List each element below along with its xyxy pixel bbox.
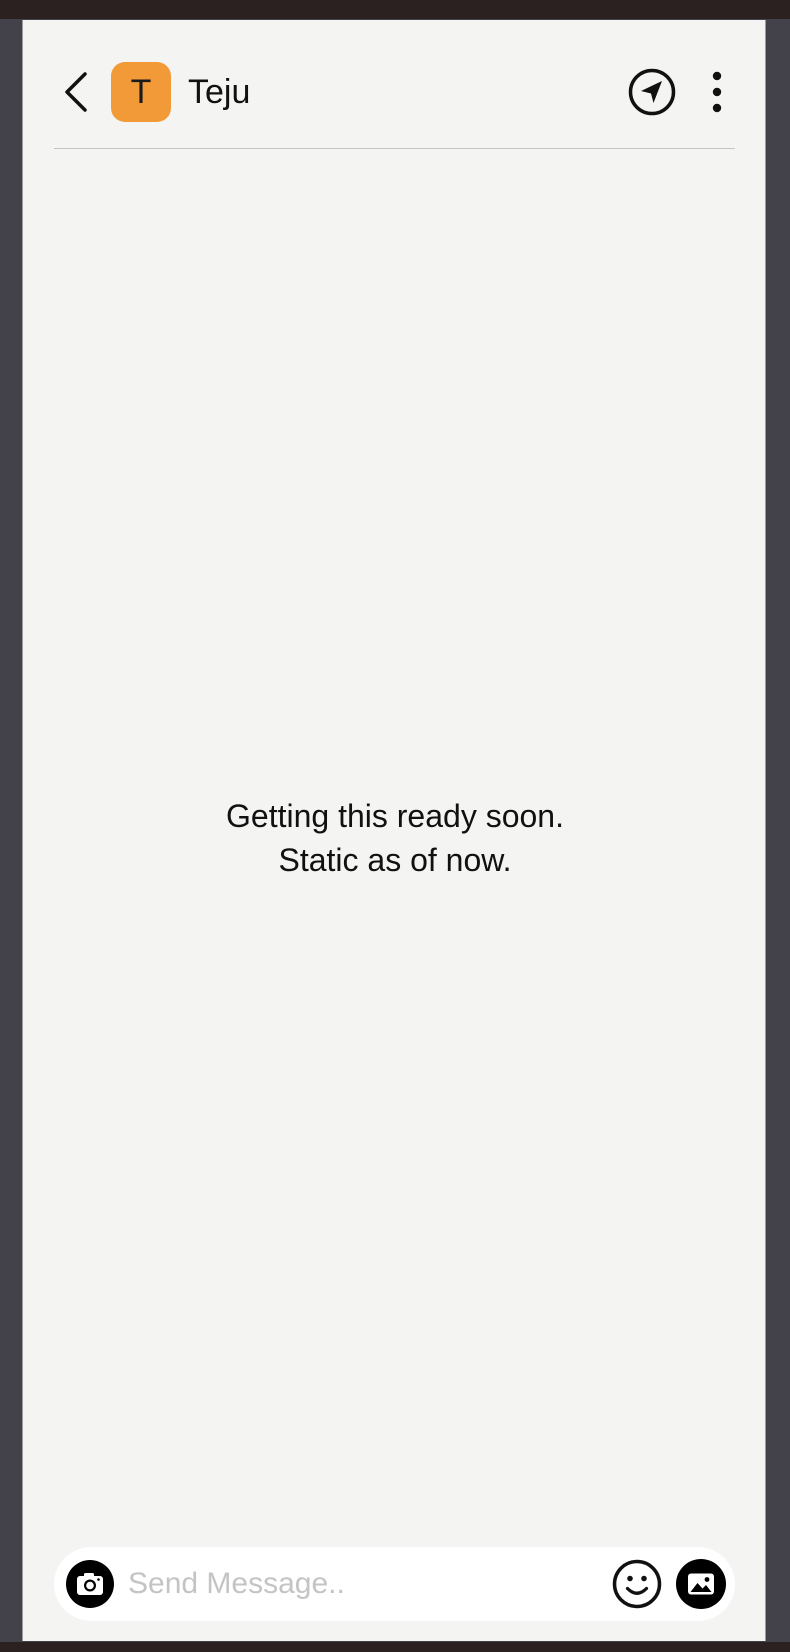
contact-name[interactable]: Teju xyxy=(188,72,250,112)
navigation-arrow-icon xyxy=(628,68,676,116)
camera-icon xyxy=(66,1560,114,1608)
chevron-left-icon xyxy=(65,72,87,112)
more-vertical-icon xyxy=(712,71,722,113)
gallery-button[interactable] xyxy=(676,1559,726,1609)
message-input[interactable] xyxy=(128,1561,568,1607)
location-button[interactable] xyxy=(628,68,676,116)
smiley-icon xyxy=(612,1559,662,1609)
header-divider xyxy=(54,148,735,149)
camera-button[interactable] xyxy=(66,1560,114,1608)
chat-header: T Teju xyxy=(23,20,767,150)
device-bottom-bar xyxy=(0,1642,790,1652)
empty-state-line-2: Static as of now. xyxy=(278,842,512,878)
empty-state-line-1: Getting this ready soon. xyxy=(226,798,564,834)
image-icon xyxy=(676,1559,726,1609)
chat-screen: T Teju Getting this ready soon. Static a… xyxy=(22,20,766,1641)
device-top-bar xyxy=(0,0,790,19)
more-options-button[interactable] xyxy=(703,68,731,116)
back-button[interactable] xyxy=(57,68,101,116)
emoji-button[interactable] xyxy=(612,1559,662,1609)
empty-state-message: Getting this ready soon. Static as of no… xyxy=(23,794,767,882)
avatar[interactable]: T xyxy=(111,62,171,122)
message-composer xyxy=(54,1547,735,1621)
